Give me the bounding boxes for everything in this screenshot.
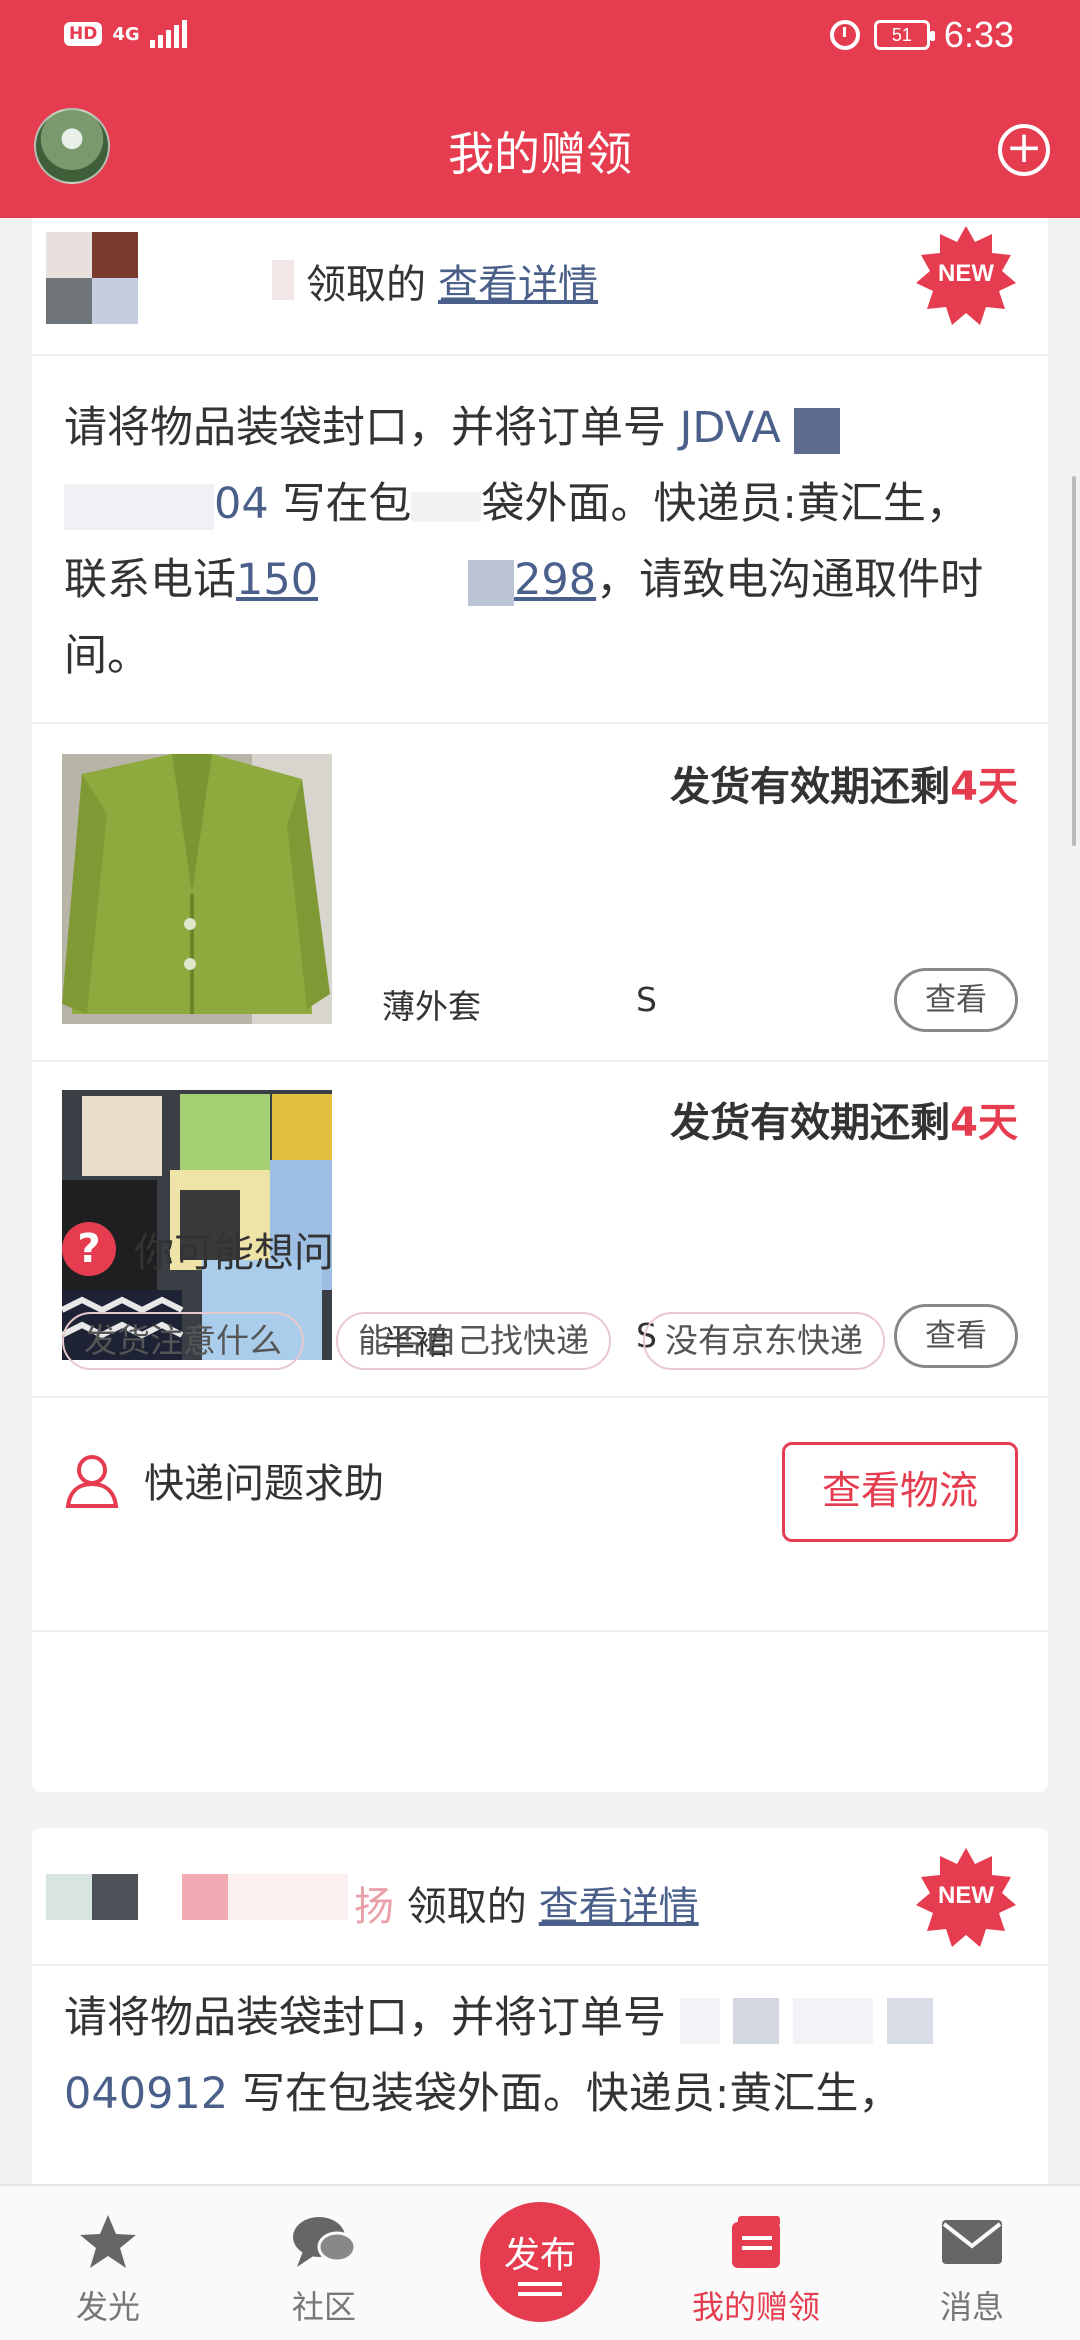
order-number-tail: 040912 (64, 2069, 229, 2119)
status-bar: HD 4G 51 6:33 (0, 0, 1080, 76)
redaction-block (318, 559, 469, 606)
instruction-text: 写在包装袋外面。快递员:黄汇生， (241, 2069, 902, 2119)
redaction-block (411, 491, 482, 522)
app-header: HD 4G 51 6:33 我的赠领 + (0, 0, 1080, 218)
nav-item-my-gifts[interactable]: 我的赠领 (686, 2210, 826, 2328)
order-number: JDVA (679, 403, 781, 453)
view-item-button[interactable]: 查看 (894, 1304, 1018, 1368)
view-item-button[interactable]: 查看 (894, 968, 1018, 1032)
new-badge-label: NEW (938, 1882, 994, 1909)
scrollbar[interactable] (1072, 476, 1076, 846)
menu-lines-icon (518, 2282, 562, 2286)
shipping-instructions: 请将物品装袋封口，并将订单号 040912 写在包装袋外面。快递员:黄汇生， (64, 1980, 1024, 2132)
alarm-icon (829, 20, 860, 50)
redaction-block (733, 1997, 780, 2044)
battery-level: 51 (891, 24, 912, 45)
new-badge-label: NEW (938, 260, 994, 287)
validity-label: 发货有效期还剩 (670, 1100, 951, 1146)
claimer-line: 领取的 查看详情 (306, 252, 598, 310)
order-card: 领取的 查看详情 NEW 请将物品装袋封口，并将订单号 JDVA 04 写在包 袋外… (32, 218, 1048, 1792)
nav-item-community[interactable]: 社区 (254, 2210, 394, 2328)
publish-button[interactable]: 发布 (480, 2202, 600, 2322)
view-details-link[interactable]: 查看详情 (539, 1884, 699, 1930)
mail-icon (942, 2220, 1002, 2264)
redaction-block (793, 1997, 874, 2044)
new-badge: NEW (916, 226, 1016, 326)
validity-days: 4天 (950, 1100, 1018, 1146)
redaction-block (886, 1997, 933, 2044)
order-header: 扬 领取的 查看详情 NEW (32, 1828, 1048, 1966)
network-type: 4G (112, 23, 140, 45)
instruction-text: 请将物品装袋封口，并将订单号 (64, 1993, 666, 2043)
add-icon[interactable]: + (998, 124, 1050, 176)
instruction-text: 写在包 (282, 479, 412, 529)
divider (32, 1630, 1048, 1632)
faq-title: 你可能想问 (134, 1230, 334, 1276)
claimer-line: 扬 领取的 查看详情 (354, 1874, 699, 1932)
page-title: 我的赠领 (448, 127, 632, 181)
new-badge: NEW (916, 1848, 1016, 1948)
question-icon: ? (62, 1222, 116, 1276)
nav-label: 消息 (939, 2288, 1004, 2326)
courier-phone[interactable]: 150 (236, 555, 318, 605)
instruction-text: 联系电话 (64, 555, 236, 605)
bottom-nav: 发光 社区 发布 我的赠领 消息 (0, 2184, 1080, 2340)
person-icon (65, 1455, 119, 1508)
nav-item-messages[interactable]: 消息 (902, 2210, 1042, 2328)
redaction-block (64, 483, 214, 530)
item-name: 薄外套 (382, 987, 481, 1026)
redaction-block (679, 1997, 720, 2044)
claimed-label: 领取的 (306, 262, 426, 308)
faq-chips: 发货注意什么 能否自己找快递 没有京东快递 (62, 1312, 885, 1370)
hd-badge: HD (64, 22, 103, 46)
nav-label: 社区 (291, 2288, 356, 2326)
battery-icon: 51 (873, 20, 935, 50)
order-number-tail: 04 (214, 479, 269, 529)
publish-label: 发布 (503, 2235, 576, 2276)
gift-book-icon (732, 2216, 780, 2268)
redaction-block (794, 407, 841, 454)
nav-label: 发光 (75, 2288, 140, 2326)
claimer-name-mosaic (272, 260, 294, 300)
claimer-avatar-mosaic (46, 1874, 138, 1920)
claimer-name: 扬 (354, 1884, 394, 1930)
nav-item-glow[interactable]: 发光 (38, 2210, 178, 2328)
cardigan-image (62, 754, 332, 1024)
shipping-instructions: 请将物品装袋封口，并将订单号 JDVA 04 写在包 袋外面。快递员:黄汇生， 联… (64, 390, 1024, 694)
redaction-block (468, 559, 515, 606)
faq-chip[interactable]: 发货注意什么 (62, 1312, 304, 1370)
faq-chip[interactable]: 能否自己找快递 (336, 1312, 611, 1370)
shipping-validity: 发货有效期还剩4天 (670, 754, 1018, 812)
divider (32, 1396, 1048, 1398)
view-logistics-button[interactable]: 查看物流 (782, 1442, 1018, 1542)
courier-help-label: 快递问题求助 (144, 1461, 384, 1507)
item-photo-cardigan[interactable] (62, 754, 332, 1024)
faq-heading: ? 你可能想问 (62, 1220, 334, 1278)
validity-days: 4天 (950, 764, 1018, 810)
courier-phone-tail[interactable]: 298 (514, 555, 596, 605)
signal-icon (149, 20, 187, 48)
validity-label: 发货有效期还剩 (670, 764, 951, 810)
nav-label: 我的赠领 (691, 2288, 820, 2326)
claimer-name-mosaic (182, 1874, 348, 1920)
item-size: S (636, 980, 657, 1019)
shipping-validity: 发货有效期还剩4天 (670, 1090, 1018, 1148)
claimed-label: 领取的 (406, 1884, 527, 1930)
order-card: 扬 领取的 查看详情 NEW 请将物品装袋封口，并将订单号 040912 写在包装… (32, 1828, 1048, 2198)
instruction-text: 请将物品装袋封口，并将订单号 (64, 403, 666, 453)
status-right: 51 6:33 (829, 14, 1014, 56)
chat-icon (293, 2217, 357, 2267)
view-details-link[interactable]: 查看详情 (438, 262, 598, 308)
claimer-avatar-mosaic (46, 232, 138, 324)
network-indicators: HD 4G (64, 20, 187, 48)
clock: 6:33 (943, 14, 1014, 55)
courier-help[interactable]: 快递问题求助 (62, 1450, 384, 1510)
instruction-text: 袋外面。快递员:黄汇生， (481, 479, 969, 529)
order-header: 领取的 查看详情 NEW (32, 218, 1048, 356)
star-icon (80, 2215, 136, 2268)
item-row: 发货有效期还剩4天 薄外套 S 查看 (32, 724, 1048, 1060)
faq-chip[interactable]: 没有京东快递 (643, 1312, 885, 1370)
